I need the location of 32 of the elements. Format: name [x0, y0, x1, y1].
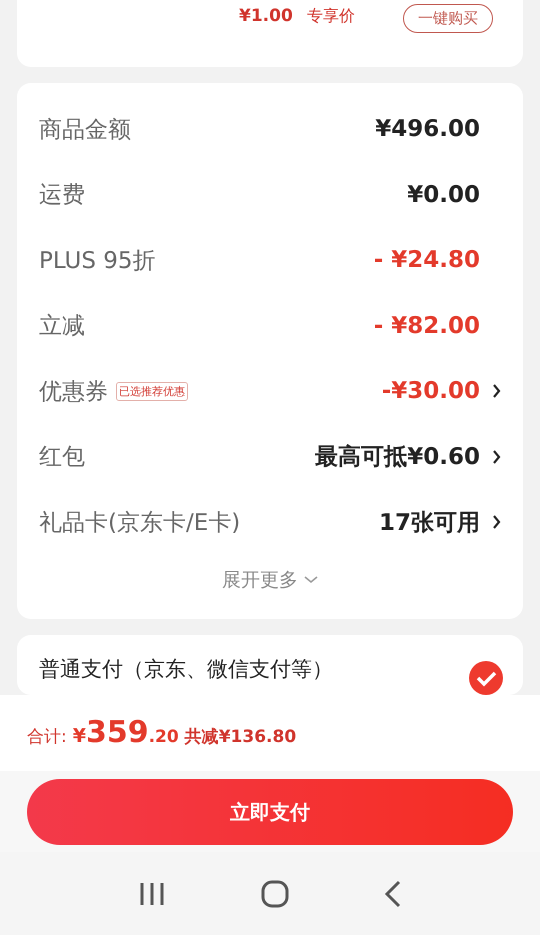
total-amount: ¥359.20 — [72, 715, 179, 750]
checkmark-icon[interactable] — [469, 661, 503, 695]
row-value: ¥0.00 — [407, 182, 480, 208]
row-label: 红包 — [39, 443, 85, 472]
row-label: 立减 — [39, 312, 85, 342]
coupon-tag: 已选推荐优惠 — [116, 382, 188, 401]
recent-apps-icon[interactable] — [138, 880, 166, 906]
chevron-right-icon[interactable] — [492, 448, 501, 465]
row-value: ¥496.00 — [375, 116, 480, 142]
row-label: 礼品卡(京东卡/E卡) — [39, 508, 240, 538]
offer-price-label: 专享价 — [306, 5, 355, 27]
offer-price: ¥1.00 — [239, 5, 293, 28]
discount-value: - ¥82.00 — [374, 312, 480, 339]
row-value: 最高可抵¥0.60 — [315, 443, 480, 472]
row-label: 运费 — [39, 181, 85, 210]
saving-text: 共减¥136.80 — [184, 726, 296, 748]
chevron-down-icon — [304, 576, 318, 584]
pay-now-button[interactable]: 立即支付 — [27, 779, 513, 845]
total-label: 合计: — [27, 726, 67, 748]
row-label: 商品金额 — [39, 116, 131, 145]
buy-now-button[interactable]: 一键购买 — [403, 4, 493, 33]
chevron-right-icon[interactable] — [492, 514, 501, 530]
row-value: 17张可用 — [378, 508, 480, 538]
discount-value: - ¥24.80 — [374, 247, 480, 274]
row-label: 优惠券 — [39, 378, 108, 407]
chevron-right-icon[interactable] — [492, 383, 501, 400]
payment-option-label: 普通支付（京东、微信支付等） — [39, 657, 333, 681]
back-icon[interactable] — [384, 880, 402, 908]
home-icon[interactable] — [260, 880, 289, 908]
discount-value: -¥30.00 — [382, 378, 480, 404]
row-label: PLUS 95折 — [39, 246, 156, 276]
expand-more-button[interactable]: 展开更多 — [218, 555, 322, 609]
